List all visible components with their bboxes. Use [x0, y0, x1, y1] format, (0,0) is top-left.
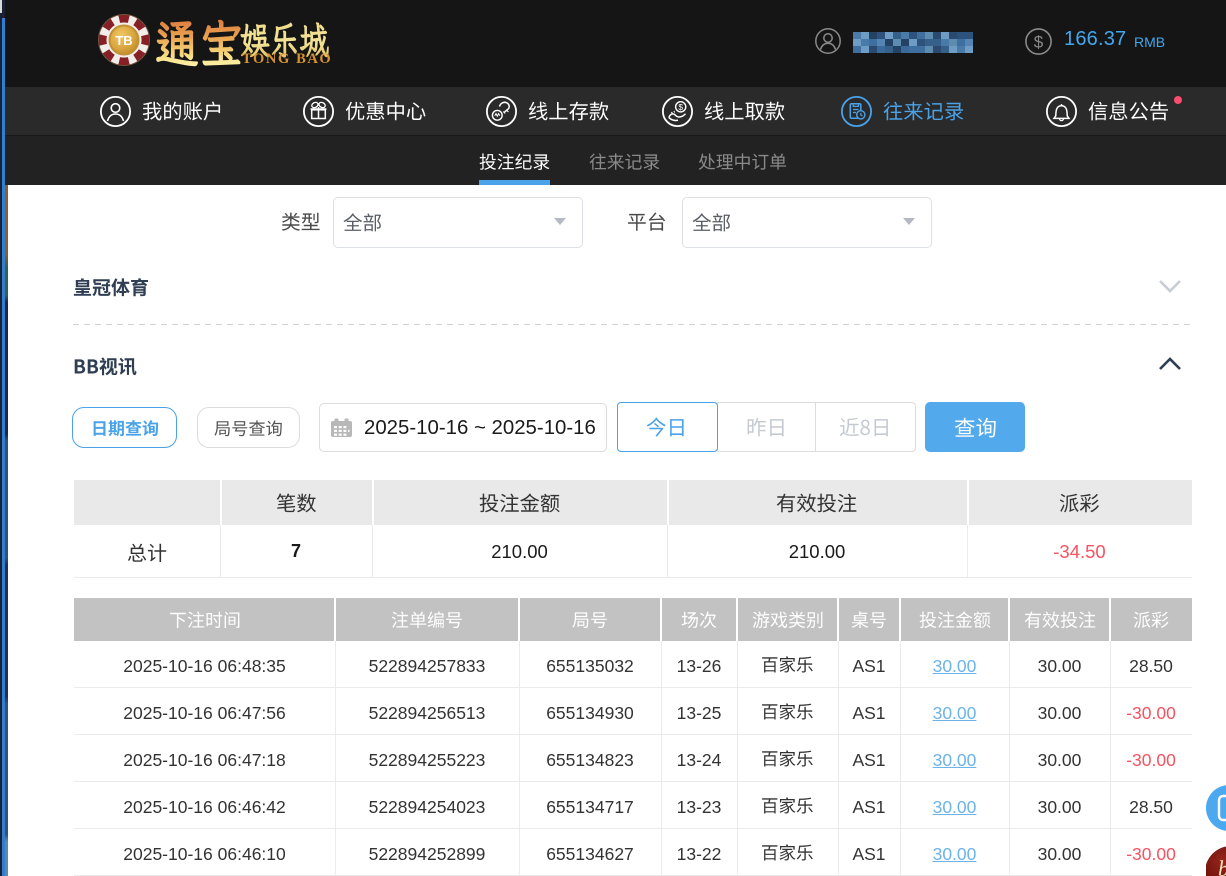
svg-text:$: $ [678, 102, 683, 112]
svg-text:b: b [1218, 856, 1226, 876]
svg-text:$: $ [1034, 33, 1044, 52]
svg-text:TONG BAO: TONG BAO [242, 51, 332, 67]
